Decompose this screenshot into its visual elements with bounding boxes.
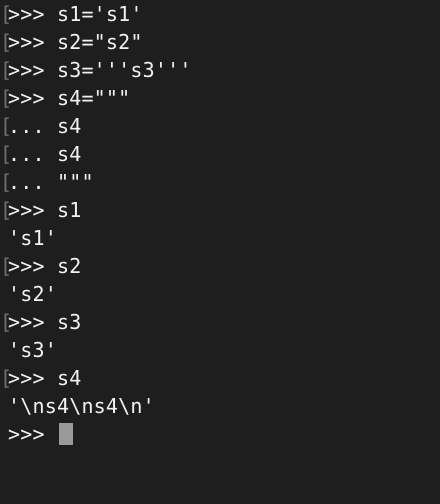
terminal-line-text: >>> s4 [8,366,82,390]
terminal-output-text: 's3' [8,338,57,362]
terminal-line-text: >>> s3='''s3''' [8,58,192,82]
terminal-line: [ >>> s1='s1' [0,0,440,28]
terminal-line: [ ... """ [0,168,440,196]
prompt-text: >>> [8,422,57,446]
terminal-line-text: ... """ [8,170,94,194]
terminal-output-text: '\ns4\ns4\n' [8,394,155,418]
terminal-line: [ >>> s2 [0,252,440,280]
terminal-output-line: 's1' [0,224,440,252]
terminal-output-line: '\ns4\ns4\n' [0,392,440,420]
terminal-line-text: >>> s3 [8,310,82,334]
terminal-line: [ ... s4 [0,112,440,140]
terminal-output-text: 's2' [8,282,57,306]
terminal-line: [ ... s4 [0,140,440,168]
terminal-line: [ >>> s4 [0,364,440,392]
terminal-line-text: >>> s1='s1' [8,2,143,26]
terminal-line: [ >>> s2="s2" [0,28,440,56]
terminal-line-text: >>> s1 [8,198,82,222]
terminal-output-line: 's3' [0,336,440,364]
terminal-line-text: ... s4 [8,142,82,166]
terminal-line: [ >>> s4=""" [0,84,440,112]
terminal-line-text: >>> s4=""" [8,86,131,110]
terminal-line-text: >>> s2 [8,254,82,278]
cursor-block [58,422,73,445]
terminal-output-line: 's2' [0,280,440,308]
terminal-window[interactable]: [ >>> s1='s1' [ >>> s2="s2" [ >>> s3='''… [0,0,440,456]
terminal-line-text: ... s4 [8,114,82,138]
terminal-prompt-line[interactable]: >>> [0,420,440,448]
terminal-line-text: >>> s2="s2" [8,30,143,54]
terminal-output-text: 's1' [8,226,57,250]
terminal-line: [ >>> s3 [0,308,440,336]
terminal-prompt[interactable]: >>> [8,420,73,448]
terminal-line: [ >>> s1 [0,196,440,224]
terminal-line: [ >>> s3='''s3''' [0,56,440,84]
